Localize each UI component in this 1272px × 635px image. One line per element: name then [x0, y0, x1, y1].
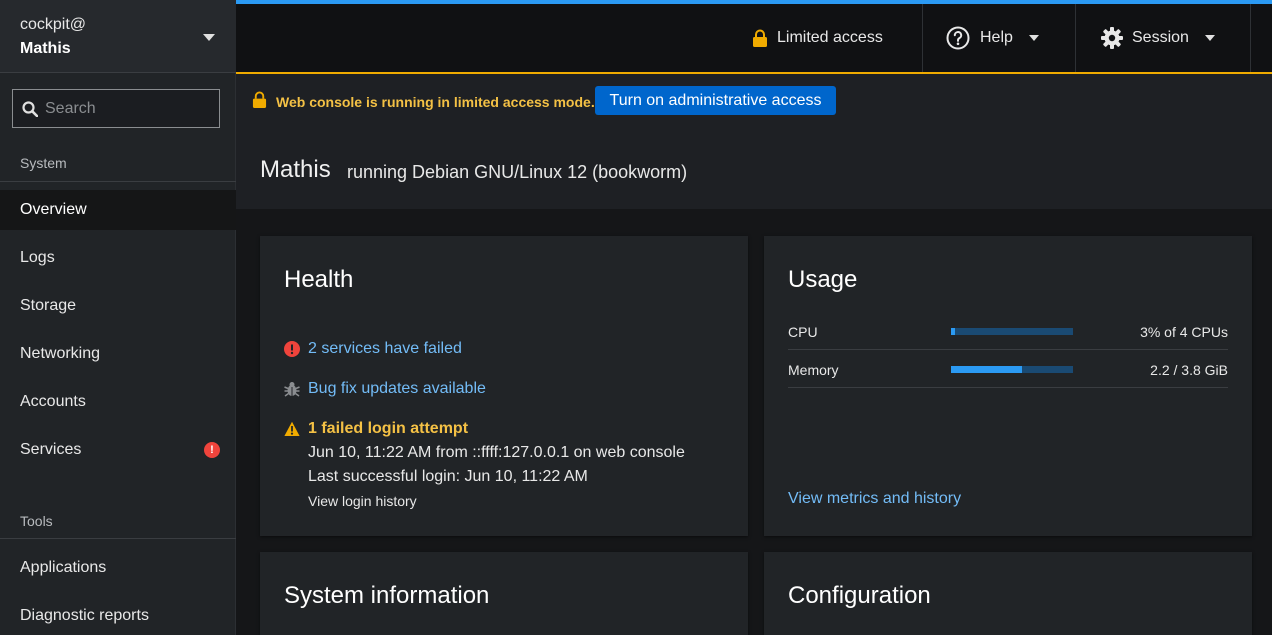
health-card: Health 2 services have failed Bug fix up…: [260, 236, 748, 536]
help-icon: [946, 26, 970, 50]
gear-icon: [1101, 27, 1123, 49]
alert-message: Web console is running in limited access…: [276, 94, 595, 110]
session-menu-button[interactable]: Session: [1100, 4, 1215, 72]
cpu-usage-row: CPU 3% of 4 CPUs: [788, 312, 1228, 350]
help-label: Help: [980, 29, 1013, 46]
search-box: [12, 89, 220, 128]
caret-down-icon: [1204, 35, 1215, 41]
updates-link[interactable]: Bug fix updates available: [308, 380, 486, 398]
last-login-detail: Last successful login: Jun 10, 11:22 AM: [308, 468, 588, 485]
failed-services-row: 2 services have failed: [284, 340, 462, 358]
sidebar-item-storage[interactable]: Storage: [0, 286, 236, 326]
warning-triangle-icon: [284, 421, 300, 436]
sidebar-item-overview[interactable]: Overview: [0, 190, 236, 230]
sidebar-item-label: Services: [20, 441, 82, 458]
memory-usage-row: Memory 2.2 / 3.8 GiB: [788, 350, 1228, 388]
topbar-divider: [922, 4, 923, 72]
failed-services-link[interactable]: 2 services have failed: [308, 340, 462, 358]
os-description: running Debian GNU/Linux 12 (bookworm): [347, 162, 688, 182]
cpu-usage-fill: [951, 328, 955, 335]
sidebar-item-accounts[interactable]: Accounts: [0, 382, 236, 422]
nav-section-system: System: [20, 155, 67, 171]
app: cockpit@ Mathis System Overview Logs Sto…: [0, 0, 1272, 635]
failed-login-text: 1 failed login attempt: [308, 420, 469, 437]
nav-section-tools: Tools: [20, 513, 53, 529]
top-bar: Limited access Help Session: [236, 0, 1272, 74]
sidebar-item-applications[interactable]: Applications: [0, 548, 236, 588]
cpu-value: 3% of 4 CPUs: [1140, 324, 1228, 340]
limited-access-label: Limited access: [777, 29, 883, 46]
topbar-divider: [1250, 4, 1251, 72]
caret-down-icon: [1028, 35, 1039, 41]
help-menu-button[interactable]: Help: [946, 4, 1039, 72]
limited-access-alert: Web console is running in limited access…: [236, 74, 1272, 128]
sidebar: cockpit@ Mathis System Overview Logs Sto…: [0, 0, 236, 635]
limited-access-button[interactable]: Limited access: [752, 4, 883, 72]
failed-login-detail: Jun 10, 11:22 AM from ::ffff:127.0.0.1 o…: [308, 444, 685, 461]
lock-icon: [252, 91, 267, 108]
failed-login-row: 1 failed login attempt: [284, 420, 468, 438]
main-content: Health 2 services have failed Bug fix up…: [236, 212, 1272, 635]
health-title: Health: [284, 266, 354, 293]
view-login-history-link[interactable]: View login history: [308, 493, 417, 509]
lock-icon: [753, 29, 767, 47]
cpu-label: CPU: [788, 324, 818, 340]
memory-label: Memory: [788, 362, 839, 378]
error-circle-icon: [284, 341, 300, 357]
memory-usage-fill: [951, 366, 1022, 373]
error-badge-icon: !: [204, 442, 220, 458]
host-user: cockpit@: [20, 16, 87, 33]
memory-usage-bar: [951, 366, 1073, 373]
system-info-title: System information: [284, 582, 490, 609]
caret-down-icon: [203, 34, 215, 41]
sidebar-item-networking[interactable]: Networking: [0, 334, 236, 374]
configuration-title: Configuration: [788, 582, 931, 609]
cpu-usage-bar: [951, 328, 1073, 335]
topbar-divider: [1075, 4, 1076, 72]
nav-divider: [0, 538, 236, 539]
updates-row: Bug fix updates available: [284, 380, 486, 398]
search-icon: [22, 101, 38, 117]
system-info-card: System information: [260, 552, 748, 635]
sidebar-item-logs[interactable]: Logs: [0, 238, 236, 278]
bug-icon: [284, 382, 300, 397]
view-metrics-link[interactable]: View metrics and history: [788, 490, 961, 508]
search-input[interactable]: [45, 90, 215, 127]
usage-title: Usage: [788, 266, 858, 293]
nav-divider: [0, 181, 236, 182]
usage-card: Usage CPU 3% of 4 CPUs Memory 2.2 / 3.8 …: [764, 236, 1252, 536]
sidebar-item-services[interactable]: Services !: [0, 430, 236, 470]
host-switcher[interactable]: cockpit@ Mathis: [0, 0, 236, 73]
turn-on-admin-access-button[interactable]: Turn on administrative access: [595, 86, 836, 115]
sidebar-item-diagnostic-reports[interactable]: Diagnostic reports: [0, 596, 236, 635]
host-name: Mathis: [20, 40, 71, 57]
page-header: Mathis running Debian GNU/Linux 12 (book…: [236, 128, 1272, 212]
configuration-card: Configuration: [764, 552, 1252, 635]
session-label: Session: [1132, 29, 1189, 46]
page-title: Mathis: [260, 156, 331, 183]
memory-value: 2.2 / 3.8 GiB: [1150, 362, 1228, 378]
